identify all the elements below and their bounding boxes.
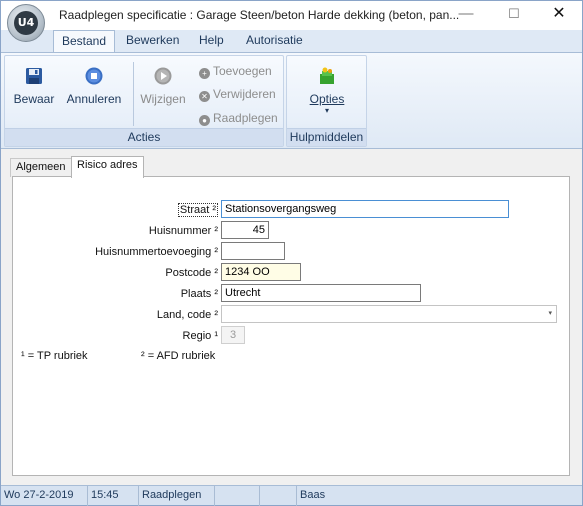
raadplegen-button[interactable]: ● Raadplegen xyxy=(199,111,278,126)
plaats-label: Plaats ² xyxy=(180,288,218,300)
toevoegen-label: Toevoegen xyxy=(213,64,272,78)
bewaar-button[interactable]: Bewaar xyxy=(11,66,57,106)
application-window: Raadplegen specificatie : Garage Steen/b… xyxy=(0,0,583,506)
status-mode: Raadplegen xyxy=(139,486,215,506)
wijzigen-label: Wijzigen xyxy=(140,92,186,106)
menu-tab-bewerken[interactable]: Bewerken xyxy=(118,30,187,52)
status-time: 15:45 xyxy=(88,486,139,506)
tp-rubriek-note: ¹ = TP rubriek xyxy=(21,350,88,362)
tab-algemeen[interactable]: Algemeen xyxy=(10,158,72,177)
opties-label: Opties xyxy=(309,92,345,106)
content-area: Algemeen Risico adres Straat ² Stationso… xyxy=(1,149,582,485)
title-bar: Raadplegen specificatie : Garage Steen/b… xyxy=(1,1,582,30)
regio-label: Regio ¹ xyxy=(182,330,218,342)
add-icon: + xyxy=(199,68,210,79)
play-icon xyxy=(154,67,172,85)
wijzigen-button[interactable]: Wijzigen xyxy=(137,66,189,106)
ribbon-separator xyxy=(133,62,134,126)
options-icon xyxy=(320,67,334,84)
huisnummer-field[interactable]: 45 xyxy=(221,221,269,239)
status-empty-2 xyxy=(260,486,297,506)
cancel-icon xyxy=(85,67,103,85)
menu-tab-autorisatie[interactable]: Autorisatie xyxy=(238,30,311,52)
ribbon: Bewaar Annuleren Wijzigen + Toevoegen ✕ … xyxy=(1,52,582,149)
view-icon: ● xyxy=(199,115,210,126)
annuleren-label: Annuleren xyxy=(66,92,122,106)
land-code-select[interactable]: ▾ xyxy=(221,305,557,323)
save-icon xyxy=(26,68,42,84)
status-bar: Wo 27-2-2019 15:45 Raadplegen Baas xyxy=(1,485,582,506)
land-code-label: Land, code ² xyxy=(156,309,218,321)
annuleren-button[interactable]: Annuleren xyxy=(63,66,125,106)
straat-label: Straat ² xyxy=(177,203,218,217)
window-title: Raadplegen specificatie : Garage Steen/b… xyxy=(59,8,460,22)
verwijderen-button[interactable]: ✕ Verwijderen xyxy=(199,87,276,102)
ribbon-group-acties: Bewaar Annuleren Wijzigen + Toevoegen ✕ … xyxy=(4,55,284,147)
afd-rubriek-note: ² = AFD rubriek xyxy=(141,350,216,362)
risico-adres-panel: Straat ² Stationsovergangsweg Huisnummer… xyxy=(12,176,570,476)
app-logo-text: U4 xyxy=(14,11,38,35)
ribbon-group-label-acties: Acties xyxy=(5,128,283,146)
regio-field: 3 xyxy=(221,326,245,344)
postcode-field[interactable]: 1234 OO xyxy=(221,263,301,281)
postcode-label: Postcode ² xyxy=(165,267,218,279)
menu-tab-help[interactable]: Help xyxy=(191,30,232,52)
bewaar-label: Bewaar xyxy=(13,92,55,106)
minimize-button[interactable]: — xyxy=(443,1,489,29)
menu-bar: Bestand Bewerken Help Autorisatie xyxy=(1,30,582,53)
tab-risico-adres[interactable]: Risico adres xyxy=(71,156,144,178)
maximize-button[interactable]: ☐ xyxy=(491,1,537,29)
huisnummertoevoeging-label: Huisnummertoevoeging ² xyxy=(95,246,218,258)
huisnummertoevoeging-field[interactable] xyxy=(221,242,285,260)
raadplegen-label: Raadplegen xyxy=(213,111,278,125)
menu-tab-bestand[interactable]: Bestand xyxy=(53,30,116,53)
close-button[interactable]: ✕ xyxy=(536,1,582,29)
app-logo[interactable]: U4 xyxy=(7,4,45,42)
status-date: Wo 27-2-2019 xyxy=(1,486,88,506)
plaats-field[interactable]: Utrecht xyxy=(221,284,421,302)
toevoegen-button[interactable]: + Toevoegen xyxy=(199,64,272,79)
ribbon-group-hulpmiddelen: Opties ▾ Hulpmiddelen xyxy=(286,55,367,147)
straat-field[interactable]: Stationsovergangsweg xyxy=(221,200,509,218)
huisnummer-label: Huisnummer ² xyxy=(148,225,218,237)
opties-dropdown-arrow: ▾ xyxy=(324,106,329,115)
status-empty-1 xyxy=(215,486,260,506)
status-user: Baas xyxy=(300,489,326,501)
verwijderen-label: Verwijderen xyxy=(213,87,276,101)
opties-button[interactable]: Opties ▾ xyxy=(301,66,353,115)
delete-icon: ✕ xyxy=(199,91,210,102)
chevron-down-icon: ▾ xyxy=(548,310,552,317)
ribbon-group-label-hulpmiddelen: Hulpmiddelen xyxy=(287,128,366,146)
